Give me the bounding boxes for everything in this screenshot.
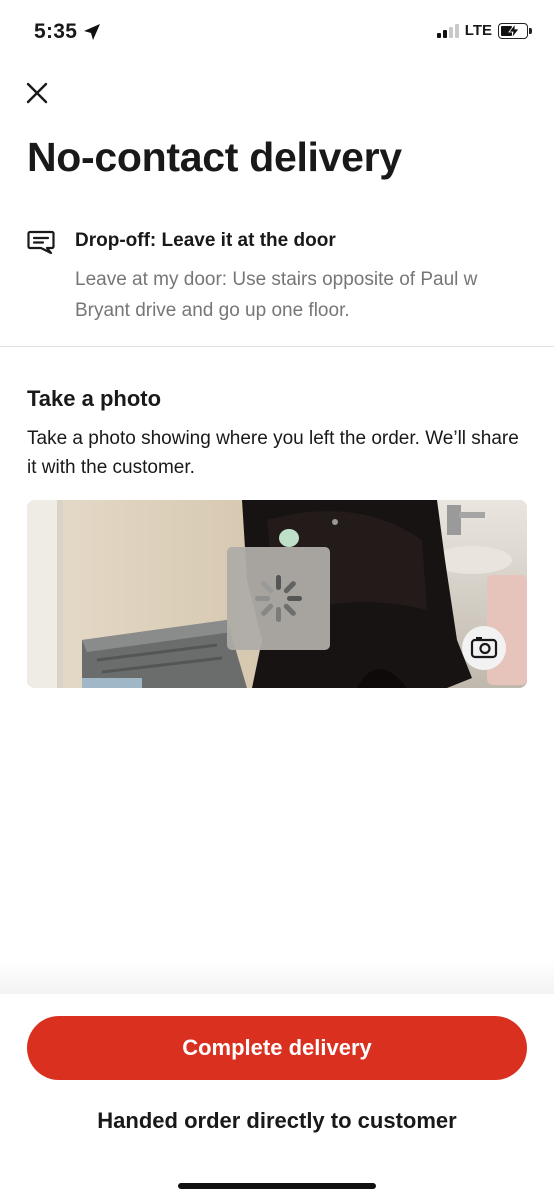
bottom-shadow bbox=[0, 960, 554, 996]
photo-description: Take a photo showing where you left the … bbox=[27, 428, 519, 478]
dropoff-instructions: Leave at my door: Use stairs opposite of… bbox=[75, 269, 478, 321]
location-arrow-icon bbox=[84, 24, 101, 40]
battery-charging-icon bbox=[498, 22, 532, 39]
status-indicators: LTE bbox=[436, 22, 532, 39]
section-divider bbox=[0, 346, 554, 347]
retake-photo-button[interactable] bbox=[462, 626, 506, 670]
photo-heading: Take a photo bbox=[27, 386, 162, 411]
loading-overlay bbox=[227, 547, 330, 650]
close-icon bbox=[26, 82, 48, 104]
photo-preview[interactable] bbox=[27, 500, 527, 688]
message-icon bbox=[27, 230, 55, 255]
home-indicator bbox=[178, 1183, 376, 1189]
dropoff-title: Drop-off: Leave it at the door bbox=[75, 230, 336, 251]
status-time-group: 5:35 bbox=[34, 20, 101, 44]
status-bar: 5:35 LTE bbox=[0, 0, 554, 64]
status-time: 5:35 bbox=[34, 20, 78, 43]
close-button[interactable] bbox=[24, 80, 50, 106]
handed-to-customer-link[interactable]: Handed order directly to customer bbox=[0, 1108, 554, 1134]
spinner-icon bbox=[255, 575, 302, 622]
network-type: LTE bbox=[464, 22, 492, 39]
camera-icon bbox=[470, 637, 498, 659]
signal-icon bbox=[436, 23, 459, 38]
page-title: No-contact delivery bbox=[27, 134, 402, 180]
complete-delivery-button[interactable]: Complete delivery bbox=[27, 1016, 527, 1080]
